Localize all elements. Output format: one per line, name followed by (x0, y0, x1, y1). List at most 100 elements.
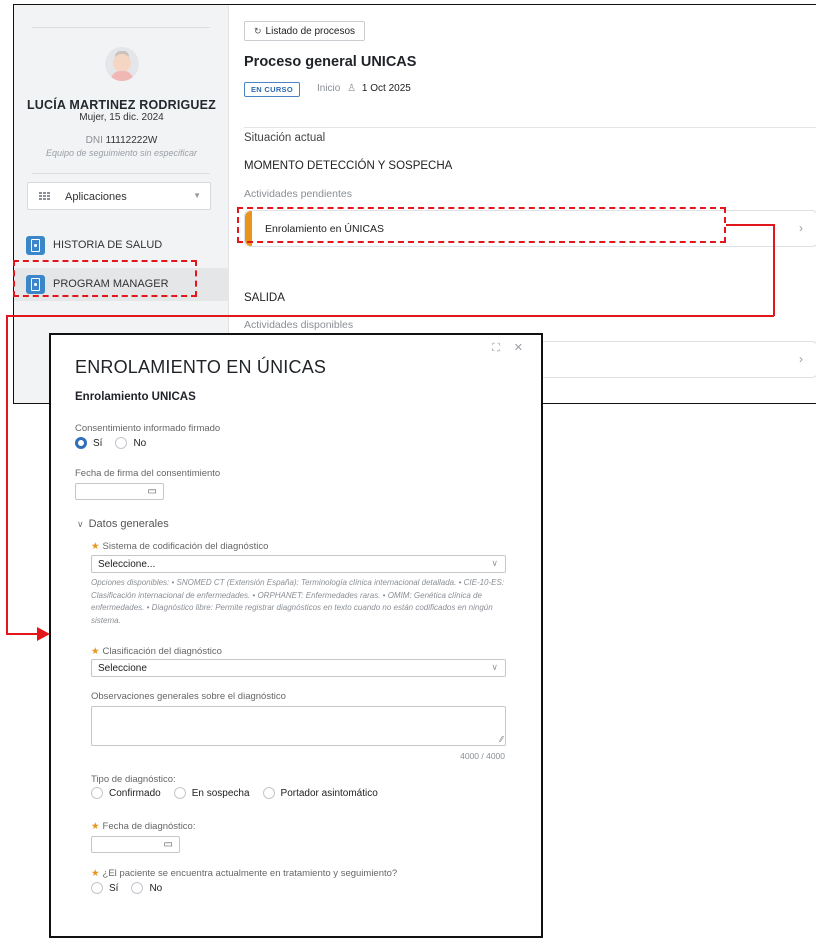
consent-date-label: Fecha de firma del consentimiento (75, 468, 221, 479)
classification-label-text: Clasificación del diagnóstico (102, 646, 222, 657)
expand-icon[interactable]: ⛶ (492, 342, 500, 354)
close-icon[interactable]: ✕ (514, 342, 523, 354)
radio-unchecked (91, 787, 103, 799)
available-activities-label: Actividades disponibles (244, 319, 354, 331)
process-list-label: Listado de procesos (265, 26, 356, 37)
user-icon: ♙ (347, 83, 357, 94)
calendar-icon: ▭ (163, 839, 173, 850)
radio-unchecked (115, 437, 128, 449)
radio-unchecked (131, 882, 144, 894)
option-label: No (149, 882, 163, 894)
consent-option-si[interactable]: Sí (75, 437, 102, 449)
coding-system-label: ★ Sistema de codificación del diagnóstico (91, 541, 269, 552)
dni-value: 11112222W (105, 135, 158, 146)
dni-label: DNI (85, 135, 103, 146)
diagnosis-type-radio-group: Confirmado En sospecha Portador asintomá… (91, 787, 391, 799)
consent-label: Consentimiento informado firmado (75, 423, 221, 434)
resize-handle-icon[interactable]: ⁄⁄ (500, 735, 503, 744)
status-badge: EN CURSO (244, 82, 300, 97)
radio-unchecked (91, 882, 103, 894)
diagnosis-type-label: Tipo de diagnóstico: (91, 774, 176, 785)
radio-checked (75, 437, 87, 449)
process-icon: ↻ (254, 26, 262, 36)
patient-dni: DNI 11112222W (14, 135, 229, 146)
select-value: Seleccione... (98, 559, 156, 570)
consent-radio-group: Sí No (75, 437, 159, 449)
sidebar-item-historia-salud[interactable]: HISTORIA DE SALUD (14, 229, 229, 262)
option-label: En sospecha (191, 787, 250, 799)
chevron-down-icon: ∨ (77, 519, 84, 529)
connector-line (6, 315, 774, 317)
chevron-down-icon: ▼ (193, 191, 201, 200)
modal-title: ENROLAMIENTO EN ÚNICAS (75, 357, 327, 377)
connector-line (6, 633, 39, 635)
diagnosis-option-portador[interactable]: Portador asintomático (262, 787, 378, 799)
diagnosis-date-input[interactable]: ▭ (91, 836, 180, 853)
modal-controls: ⛶ ✕ (478, 341, 523, 355)
option-label: Portador asintomático (280, 787, 378, 799)
diagnosis-date-label: ★ Fecha de diagnóstico: (91, 821, 196, 832)
chevron-right-icon: › (799, 221, 803, 235)
radio-unchecked (173, 787, 186, 799)
radio-unchecked (262, 787, 275, 799)
chevron-down-icon: ∨ (491, 662, 498, 672)
page-title: Proceso general UNICAS (244, 54, 417, 70)
pending-activities-label: Actividades pendientes (244, 188, 352, 200)
chevron-right-icon: › (799, 352, 803, 366)
classification-label: ★ Clasificación del diagnóstico (91, 646, 222, 657)
option-label: Sí (93, 437, 103, 449)
option-label: Sí (109, 882, 119, 894)
consent-date-input[interactable]: ▭ (75, 483, 164, 500)
moment-heading: MOMENTO DETECCIÓN Y SOSPECHA (244, 160, 453, 172)
patient-sex-birth: Mujer, 15 dic. 2024 (79, 112, 164, 123)
observations-textarea[interactable]: ⁄⁄ (91, 706, 506, 746)
option-label: No (133, 437, 147, 449)
divider (32, 173, 210, 174)
consent-option-no[interactable]: No (115, 437, 146, 449)
grid-icon (39, 192, 51, 201)
sidebar-item-label: HISTORIA DE SALUD (53, 239, 163, 251)
section-label: Datos generales (88, 518, 169, 530)
section-datos-generales[interactable]: ∨ Datos generales (77, 518, 169, 530)
observations-label: Observaciones generales sobre el diagnós… (91, 691, 286, 702)
diagnosis-date-label-text: Fecha de diagnóstico: (102, 821, 196, 832)
coding-help-text: Opciones disponibles: • SNOMED CT (Exten… (91, 578, 505, 625)
applications-select[interactable]: Aplicaciones ▼ (27, 182, 211, 210)
sidebar-item-label: PROGRAM MANAGER (53, 278, 169, 290)
diagnosis-option-sospecha[interactable]: En sospecha (173, 787, 250, 799)
option-label: Confirmado (109, 787, 161, 799)
connector-line (726, 224, 774, 226)
exit-heading: SALIDA (244, 292, 285, 304)
activity-status-bar (245, 211, 252, 246)
start-info: Inicio ♙ 1 Oct 2025 (317, 83, 411, 94)
treatment-label: ★ ¿El paciente se encuentra actualmente e… (91, 868, 398, 879)
sidebar-item-program-manager[interactable]: PROGRAM MANAGER (14, 268, 229, 301)
start-label: Inicio (317, 83, 341, 94)
clipboard-icon (26, 275, 45, 294)
classification-select[interactable]: Seleccione ∨ (91, 659, 506, 677)
character-counter: 4000 / 4000 (460, 751, 505, 761)
treatment-option-no[interactable]: No (131, 882, 162, 894)
patient-name: LUCÍA MARTINEZ RODRIGUEZ (26, 98, 217, 112)
chevron-down-icon: ∨ (491, 558, 498, 568)
divider (244, 127, 816, 128)
diagnosis-option-confirmado[interactable]: Confirmado (91, 787, 161, 799)
enrollment-modal: ⛶ ✕ ENROLAMIENTO EN ÚNICAS Enrolamiento U… (49, 333, 543, 938)
clipboard-icon (26, 236, 45, 255)
connector-line (773, 224, 775, 316)
process-list-button[interactable]: ↻ Listado de procesos (244, 21, 366, 41)
treatment-label-text: ¿El paciente se encuentra actualmente en… (102, 868, 398, 879)
select-value: Seleccione (98, 663, 147, 674)
treatment-option-si[interactable]: Sí (91, 882, 118, 894)
current-situation-heading: Situación actual (244, 132, 326, 144)
form-subtitle: Enrolamiento UNICAS (75, 391, 196, 403)
treatment-radio-group: Sí No (91, 882, 175, 894)
coding-system-label-text: Sistema de codificación del diagnóstico (102, 541, 269, 552)
calendar-icon: ▭ (147, 486, 157, 497)
applications-label: Aplicaciones (65, 191, 127, 203)
activity-card-enrolamiento[interactable]: Enrolamiento en ÚNICAS › (244, 210, 816, 247)
start-date: 1 Oct 2025 (361, 83, 411, 94)
divider (32, 27, 210, 28)
coding-system-select[interactable]: Seleccione... ∨ (91, 555, 506, 573)
connector-line (6, 315, 8, 635)
